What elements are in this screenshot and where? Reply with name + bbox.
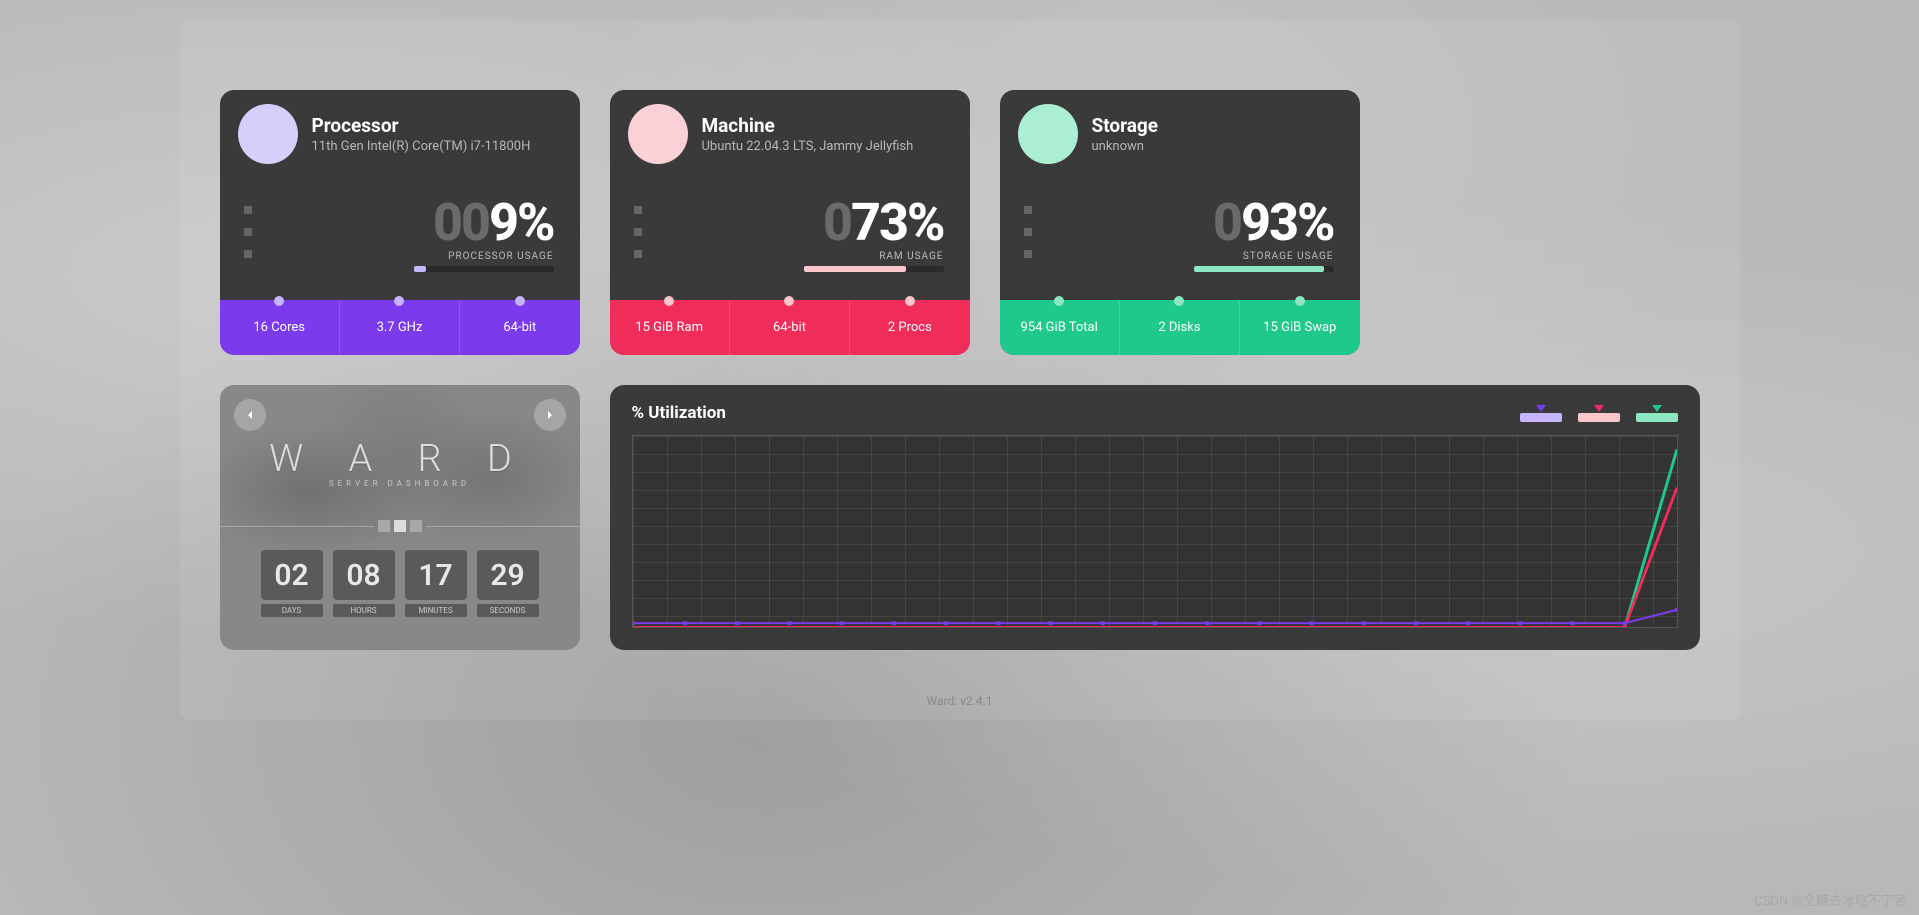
processor-usage-label: PROCESSOR USAGE: [448, 251, 553, 262]
uptime-hours-value: 08: [333, 550, 395, 600]
ward-card: W A R D SERVER DASHBOARD 02 DAYS 08 HOUR…: [220, 385, 580, 650]
uptime-hours-label: HOURS: [333, 604, 395, 617]
ward-logo: W A R D: [269, 437, 530, 481]
machine-usage-number: 073%: [823, 192, 944, 253]
menu-dots-icon[interactable]: [244, 206, 252, 258]
processor-card: Processor 11th Gen Intel(R) Core(TM) i7-…: [220, 90, 580, 355]
top-row: Processor 11th Gen Intel(R) Core(TM) i7-…: [220, 90, 1700, 355]
uptime-minutes-label: MINUTES: [405, 604, 467, 617]
stat-ram: 15 GiB Ram: [610, 300, 730, 355]
chevron-right-icon: [544, 409, 556, 421]
processor-icon: [238, 104, 298, 164]
triangle-down-icon: [1594, 405, 1604, 412]
stat-procs: 2 Procs: [850, 300, 969, 355]
prev-button[interactable]: [234, 399, 266, 431]
legend-machine[interactable]: [1578, 405, 1620, 422]
chevron-left-icon: [244, 409, 256, 421]
machine-usage-bar: [804, 266, 944, 272]
watermark: CSDN @全糖去冰吃不了苦: [1754, 890, 1907, 909]
machine-body: 073% RAM USAGE: [610, 164, 970, 300]
menu-dots-icon[interactable]: [1024, 206, 1032, 258]
uptime-minutes: 17 MINUTES: [405, 550, 467, 617]
storage-title: Storage: [1092, 114, 1159, 137]
stat-ghz: 3.7 GHz: [340, 300, 460, 355]
stat-swap: 15 GiB Swap: [1240, 300, 1359, 355]
storage-footer: 954 GiB Total 2 Disks 15 GiB Swap: [1000, 300, 1360, 355]
machine-icon: [628, 104, 688, 164]
uptime-seconds-label: SECONDS: [477, 604, 539, 617]
storage-subtitle: unknown: [1092, 139, 1159, 154]
menu-dots-icon[interactable]: [634, 206, 642, 258]
processor-usage-number: 009%: [433, 192, 554, 253]
storage-body: 093% STORAGE USAGE: [1000, 164, 1360, 300]
uptime-days-value: 02: [261, 550, 323, 600]
chart-header: % Utilization: [632, 403, 1678, 423]
machine-usage-label: RAM USAGE: [879, 251, 943, 262]
processor-body: 009% PROCESSOR USAGE: [220, 164, 580, 300]
uptime-seconds-value: 29: [477, 550, 539, 600]
storage-usage-bar: [1194, 266, 1334, 272]
triangle-down-icon: [1536, 405, 1546, 412]
next-button[interactable]: [534, 399, 566, 431]
uptime-seconds: 29 SECONDS: [477, 550, 539, 617]
chart-area: [632, 435, 1678, 628]
stat-arch: 64-bit: [460, 300, 579, 355]
machine-subtitle: Ubuntu 22.04.3 LTS, Jammy Jellyfish: [702, 139, 914, 154]
chart-title: % Utilization: [632, 403, 726, 423]
processor-title: Processor: [312, 114, 531, 137]
processor-header: Processor 11th Gen Intel(R) Core(TM) i7-…: [220, 90, 580, 164]
processor-footer: 16 Cores 3.7 GHz 64-bit: [220, 300, 580, 355]
storage-usage-number: 093%: [1213, 192, 1334, 253]
uptime-days: 02 DAYS: [261, 550, 323, 617]
page-indicator: [220, 520, 580, 532]
stat-cores: 16 Cores: [220, 300, 340, 355]
machine-card: Machine Ubuntu 22.04.3 LTS, Jammy Jellyf…: [610, 90, 970, 355]
storage-icon: [1018, 104, 1078, 164]
ward-subtitle: SERVER DASHBOARD: [329, 479, 470, 488]
utilization-chart-card: % Utilization: [610, 385, 1700, 650]
version-text: Ward: v2.4.1: [927, 694, 993, 708]
storage-usage: 093% STORAGE USAGE: [1032, 192, 1340, 272]
storage-header: Storage unknown: [1000, 90, 1360, 164]
processor-subtitle: 11th Gen Intel(R) Core(TM) i7-11800H: [312, 139, 531, 154]
bottom-row: W A R D SERVER DASHBOARD 02 DAYS 08 HOUR…: [220, 385, 1700, 650]
machine-footer: 15 GiB Ram 64-bit 2 Procs: [610, 300, 970, 355]
machine-usage: 073% RAM USAGE: [642, 192, 950, 272]
chart-legend: [1520, 405, 1678, 422]
stat-total: 954 GiB Total: [1000, 300, 1120, 355]
uptime-days-label: DAYS: [261, 604, 323, 617]
stat-arch-m: 64-bit: [730, 300, 850, 355]
uptime: 02 DAYS 08 HOURS 17 MINUTES 29 SECONDS: [261, 550, 539, 617]
uptime-minutes-value: 17: [405, 550, 467, 600]
chart-svg: [633, 436, 1677, 627]
machine-title: Machine: [702, 114, 914, 137]
machine-header: Machine Ubuntu 22.04.3 LTS, Jammy Jellyf…: [610, 90, 970, 164]
triangle-down-icon: [1652, 405, 1662, 412]
processor-usage: 009% PROCESSOR USAGE: [252, 192, 560, 272]
legend-storage[interactable]: [1636, 405, 1678, 422]
legend-processor[interactable]: [1520, 405, 1562, 422]
storage-card: Storage unknown 093% STORAGE USAGE 954 G…: [1000, 90, 1360, 355]
processor-usage-bar: [414, 266, 554, 272]
uptime-hours: 08 HOURS: [333, 550, 395, 617]
dashboard-panel: Processor 11th Gen Intel(R) Core(TM) i7-…: [180, 20, 1740, 720]
stat-disks: 2 Disks: [1120, 300, 1240, 355]
storage-usage-label: STORAGE USAGE: [1243, 251, 1334, 262]
